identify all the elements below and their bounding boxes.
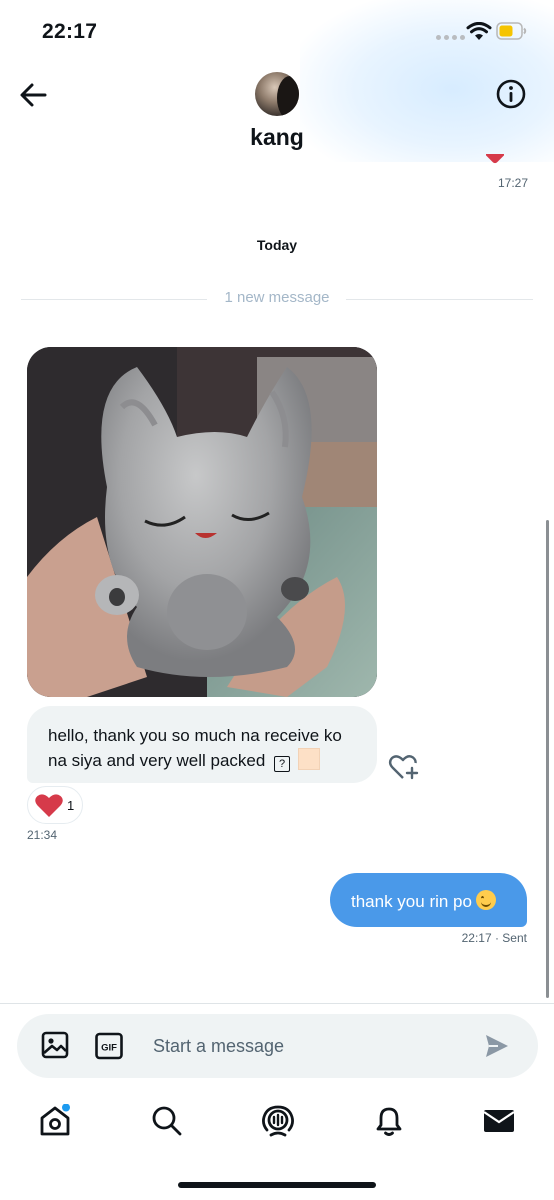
- notification-dot: [62, 1104, 70, 1112]
- smiling-face-emoji-icon: [475, 890, 496, 910]
- message-photo[interactable]: [27, 347, 377, 697]
- info-button[interactable]: [495, 78, 527, 110]
- tab-messages[interactable]: [482, 1104, 516, 1138]
- outgoing-message-status: 22:17 · Sent: [461, 931, 527, 945]
- gif-button[interactable]: GIF: [95, 1032, 123, 1060]
- media-button[interactable]: [41, 1031, 69, 1059]
- message-input[interactable]: [149, 1030, 457, 1062]
- tab-home[interactable]: [38, 1104, 72, 1138]
- previous-reaction-heart-icon: [486, 154, 504, 164]
- message-composer: GIF: [17, 1014, 538, 1078]
- incoming-message-time: 21:34: [27, 828, 58, 842]
- status-bar: 22:17: [0, 0, 554, 62]
- gif-label: GIF: [101, 1043, 117, 1054]
- scrollbar[interactable]: [546, 520, 549, 998]
- battery-icon: [496, 22, 527, 40]
- add-reaction-button[interactable]: [388, 752, 420, 782]
- day-separator: Today: [256, 237, 298, 253]
- heart-icon: [35, 794, 63, 817]
- tab-spaces[interactable]: [261, 1104, 295, 1138]
- tab-notifications[interactable]: [372, 1104, 406, 1138]
- reaction-count: 1: [67, 798, 75, 813]
- cellular-signal-icon: [436, 35, 465, 40]
- outgoing-message-bubble[interactable]: thank you rin po: [330, 873, 527, 927]
- outgoing-message-text: thank you rin po: [351, 892, 472, 911]
- skin-tone-swatch: [297, 748, 320, 770]
- back-button[interactable]: [18, 80, 48, 110]
- composer-separator: [0, 1003, 554, 1004]
- wifi-icon: [466, 22, 492, 40]
- incoming-message-bubble[interactable]: hello, thank you so much na receive ko n…: [27, 706, 377, 783]
- plush-cat-photo: [27, 347, 377, 697]
- contact-name[interactable]: kang: [0, 124, 554, 151]
- heart-reaction-chip[interactable]: 1: [27, 786, 83, 824]
- send-button[interactable]: [484, 1033, 510, 1059]
- tab-search[interactable]: [150, 1104, 184, 1138]
- contact-avatar[interactable]: [255, 72, 299, 116]
- new-message-divider: 1 new message: [224, 289, 330, 306]
- home-indicator: [178, 1182, 376, 1188]
- previous-message-time: 17:27: [497, 176, 528, 190]
- unknown-glyph-icon: ?: [274, 756, 291, 772]
- status-time: 22:17: [42, 20, 98, 43]
